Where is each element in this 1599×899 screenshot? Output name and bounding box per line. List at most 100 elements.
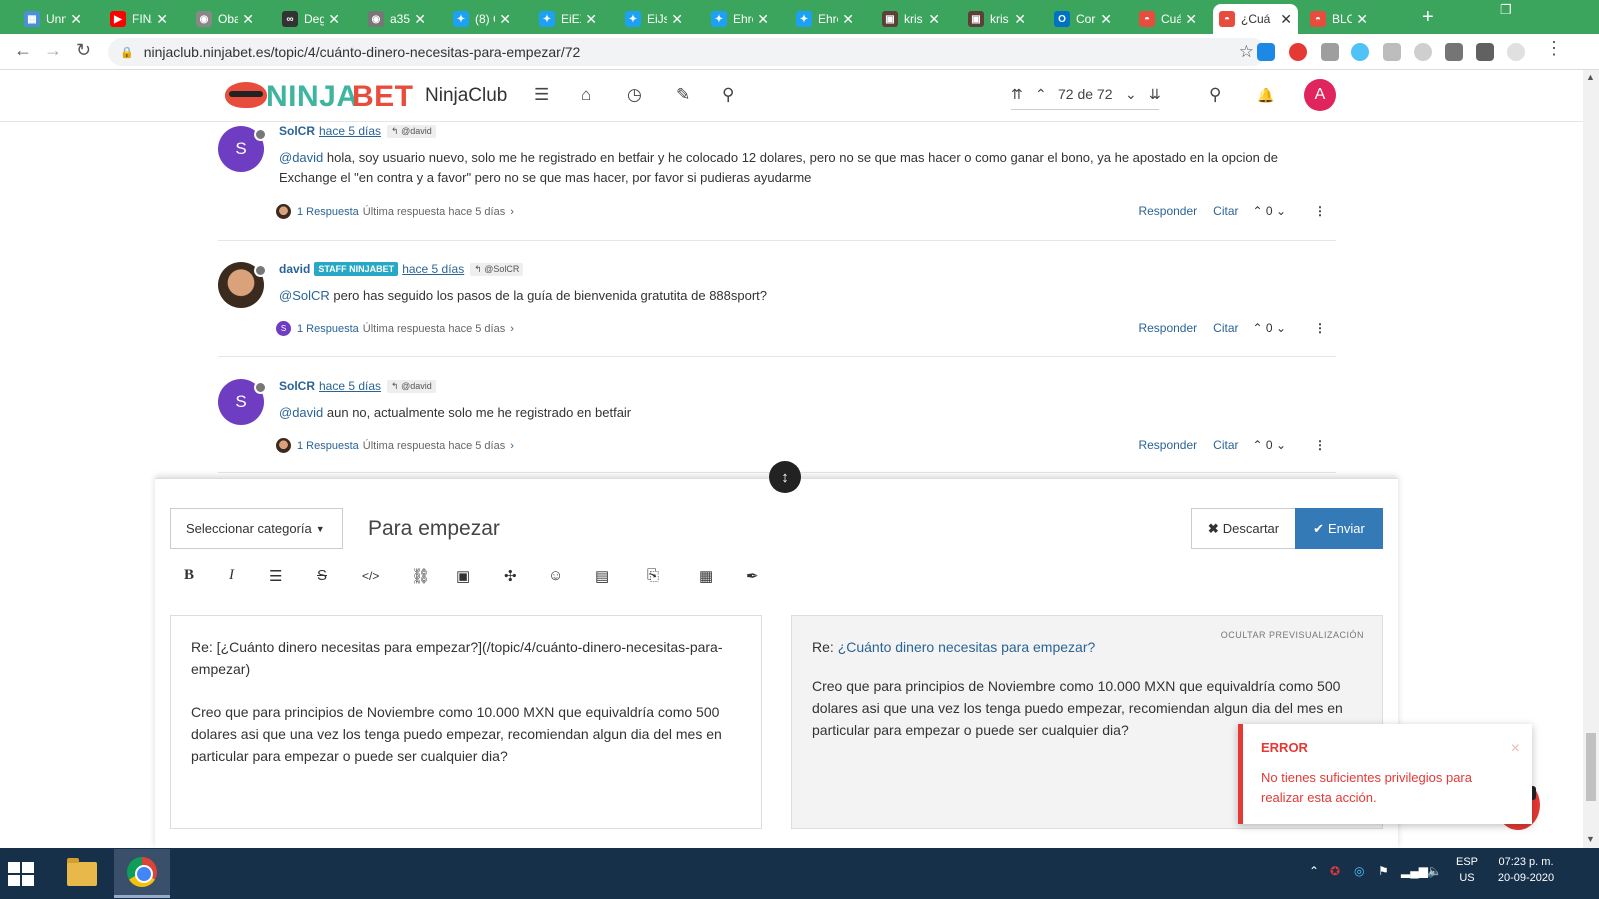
reply-to-link[interactable]: ↰ @david [387, 379, 436, 393]
tab-close-icon[interactable]: ✕ [70, 11, 82, 28]
post-time[interactable]: hace 5 días [402, 262, 464, 276]
upvote-icon[interactable]: ⌃ [1253, 204, 1263, 218]
composer-resize-handle[interactable]: ↕ [769, 461, 801, 493]
browser-tab[interactable]: ✦ Ehre ✕ [705, 4, 775, 34]
strikethrough-icon[interactable]: S [317, 567, 327, 584]
browser-tab[interactable]: ◓ BLO ✕ [1304, 4, 1374, 34]
tab-close-icon[interactable]: ✕ [1014, 11, 1026, 28]
post-author[interactable]: SolCR [279, 379, 315, 393]
tab-close-icon[interactable]: ✕ [1185, 11, 1197, 28]
forward-icon[interactable]: → [44, 40, 62, 61]
bold-icon[interactable]: B [184, 567, 194, 584]
post-time[interactable]: hace 5 días [319, 379, 381, 393]
scroll-up-icon[interactable]: ▲ [1586, 72, 1595, 82]
tab-close-icon[interactable]: ✕ [156, 11, 168, 28]
link-icon[interactable]: ⛓ [411, 567, 430, 585]
reply-button[interactable]: Responder [1138, 438, 1197, 452]
tab-close-icon[interactable]: ✕ [757, 11, 769, 28]
reply-button[interactable]: Responder [1138, 321, 1197, 335]
browser-tab[interactable]: ▣ kris ✕ [876, 4, 946, 34]
scroll-down-icon[interactable]: ▼ [1586, 834, 1595, 844]
zen-mode-icon[interactable]: ✣ [504, 567, 517, 585]
puzzle-icon[interactable] [1445, 43, 1463, 61]
code-icon[interactable]: </> [362, 569, 379, 583]
quote-button[interactable]: Citar [1213, 321, 1238, 335]
replies-link[interactable]: S 1 Respuesta Última respuesta hace 5 días… [276, 321, 514, 336]
tags-icon[interactable]: ✎ [676, 85, 690, 105]
tab-close-icon[interactable]: ✕ [671, 11, 683, 28]
search-icon[interactable]: ⚲ [722, 85, 734, 105]
tab-close-icon[interactable]: ✕ [242, 11, 254, 28]
brand-sub[interactable]: NinjaClub [425, 85, 507, 107]
chrome-taskbar-icon[interactable] [114, 849, 170, 898]
browser-tab[interactable]: ◉ a352✕ [362, 4, 432, 34]
tab-close-icon[interactable]: ✕ [328, 11, 340, 28]
browser-tab[interactable]: ▶ FINA ✕ [104, 4, 174, 34]
browser-tab[interactable]: ▣ kris ✕ [962, 4, 1032, 34]
back-icon[interactable]: ← [14, 40, 32, 61]
search-extension-icon[interactable] [1351, 43, 1369, 61]
browser-tab[interactable]: ✦ EiEX ✕ [533, 4, 603, 34]
image-icon[interactable]: ▣ [456, 567, 470, 585]
profile-icon[interactable] [1507, 43, 1525, 61]
tray-network-app-icon[interactable]: ◎ [1354, 864, 1364, 878]
windows-start-icon[interactable] [8, 862, 34, 886]
tab-close-icon[interactable]: ✕ [1100, 11, 1112, 28]
composer-editor[interactable]: Re: [¿Cuánto dinero necesitas para empez… [170, 615, 762, 829]
shield-extension-icon[interactable] [1383, 43, 1401, 61]
post-time[interactable]: hace 5 días [319, 124, 381, 138]
gallery-icon[interactable]: ▦ [699, 567, 713, 585]
browser-tab[interactable]: ✦ EiJs4✕ [619, 4, 689, 34]
discard-button[interactable]: ✖ Descartar [1191, 508, 1296, 549]
post-tools-icon[interactable]: ⋮ [1314, 438, 1326, 452]
user-mention[interactable]: @david [279, 150, 323, 165]
header-search-icon[interactable]: ⚲ [1209, 85, 1221, 105]
system-clock[interactable]: 07:23 p. m. 20-09-2020 [1496, 854, 1556, 886]
browser-tab[interactable]: ◓ Cuá ✕ [1133, 4, 1203, 34]
post-pager[interactable]: ⇈ ⌃ 72 de 72 ⌄ ⇊ [1011, 84, 1161, 110]
tab-close-icon[interactable]: ✕ [499, 11, 511, 28]
reply-to-link[interactable]: ↰ @david [387, 124, 436, 138]
quote-button[interactable]: Citar [1213, 204, 1238, 218]
tab-close-icon[interactable]: ✕ [1356, 11, 1368, 28]
title-input[interactable] [368, 517, 968, 541]
browser-tab[interactable]: ∞ Deg ✕ [276, 4, 346, 34]
downvote-icon[interactable]: ⌄ [1276, 204, 1286, 218]
tab-close-icon[interactable]: ✕ [585, 11, 597, 28]
unread-icon[interactable]: ⌂ [581, 85, 591, 105]
hide-preview-button[interactable]: OCULTAR PREVISUALIZACIÓN [1221, 624, 1364, 646]
browser-tab[interactable]: O Corr ✕ [1048, 4, 1118, 34]
browser-tab[interactable]: ✦ (8) G ✕ [447, 4, 517, 34]
preview-topic-link[interactable]: ¿Cuánto dinero necesitas para empezar? [838, 639, 1096, 655]
chrome-menu-icon[interactable]: ⋮ [1545, 38, 1563, 59]
window-restore-icon[interactable]: ❐ [1500, 2, 1512, 18]
quote-button[interactable]: Citar [1213, 438, 1238, 452]
post-author[interactable]: david [279, 262, 310, 276]
extension-icon[interactable] [1257, 43, 1275, 61]
ninjabet-logo-icon[interactable] [225, 82, 267, 108]
download-extension-icon[interactable] [1321, 43, 1339, 61]
bookmark-star-icon[interactable]: ☆ [1239, 42, 1254, 62]
tab-close-icon[interactable]: ✕ [842, 11, 854, 28]
replies-link[interactable]: 1 Respuesta Última respuesta hace 5 días › [276, 204, 514, 219]
tray-expand-icon[interactable]: ⌃ [1309, 864, 1319, 878]
page-scrollbar[interactable]: ▲ ▼ [1583, 70, 1599, 848]
upvote-icon[interactable]: ⌃ [1253, 321, 1263, 335]
user-avatar[interactable]: A [1304, 79, 1336, 111]
reload-icon[interactable]: ↻ [76, 40, 91, 61]
volume-icon[interactable]: 🔈 [1427, 864, 1442, 878]
notifications-icon[interactable]: 🔔 [1257, 87, 1274, 104]
browser-tab[interactable]: ◓ ¿Cuá ✕ [1213, 4, 1298, 34]
language-indicator[interactable]: ESP US [1452, 854, 1482, 886]
file-explorer-icon[interactable] [54, 849, 110, 898]
last-post-icon[interactable]: ⇊ [1149, 86, 1161, 103]
opera-extension-icon[interactable] [1289, 43, 1307, 61]
post-tools-icon[interactable]: ⋮ [1314, 321, 1326, 335]
wifi-icon[interactable]: ▂▄▆ [1401, 864, 1428, 878]
prev-post-icon[interactable]: ⌃ [1035, 86, 1047, 103]
emoji-icon[interactable]: ☺ [548, 567, 563, 584]
categories-icon[interactable]: ☰ [534, 85, 549, 105]
downvote-icon[interactable]: ⌄ [1276, 438, 1286, 452]
upload-image-icon[interactable]: ▤ [595, 567, 609, 585]
reply-button[interactable]: Responder [1138, 204, 1197, 218]
